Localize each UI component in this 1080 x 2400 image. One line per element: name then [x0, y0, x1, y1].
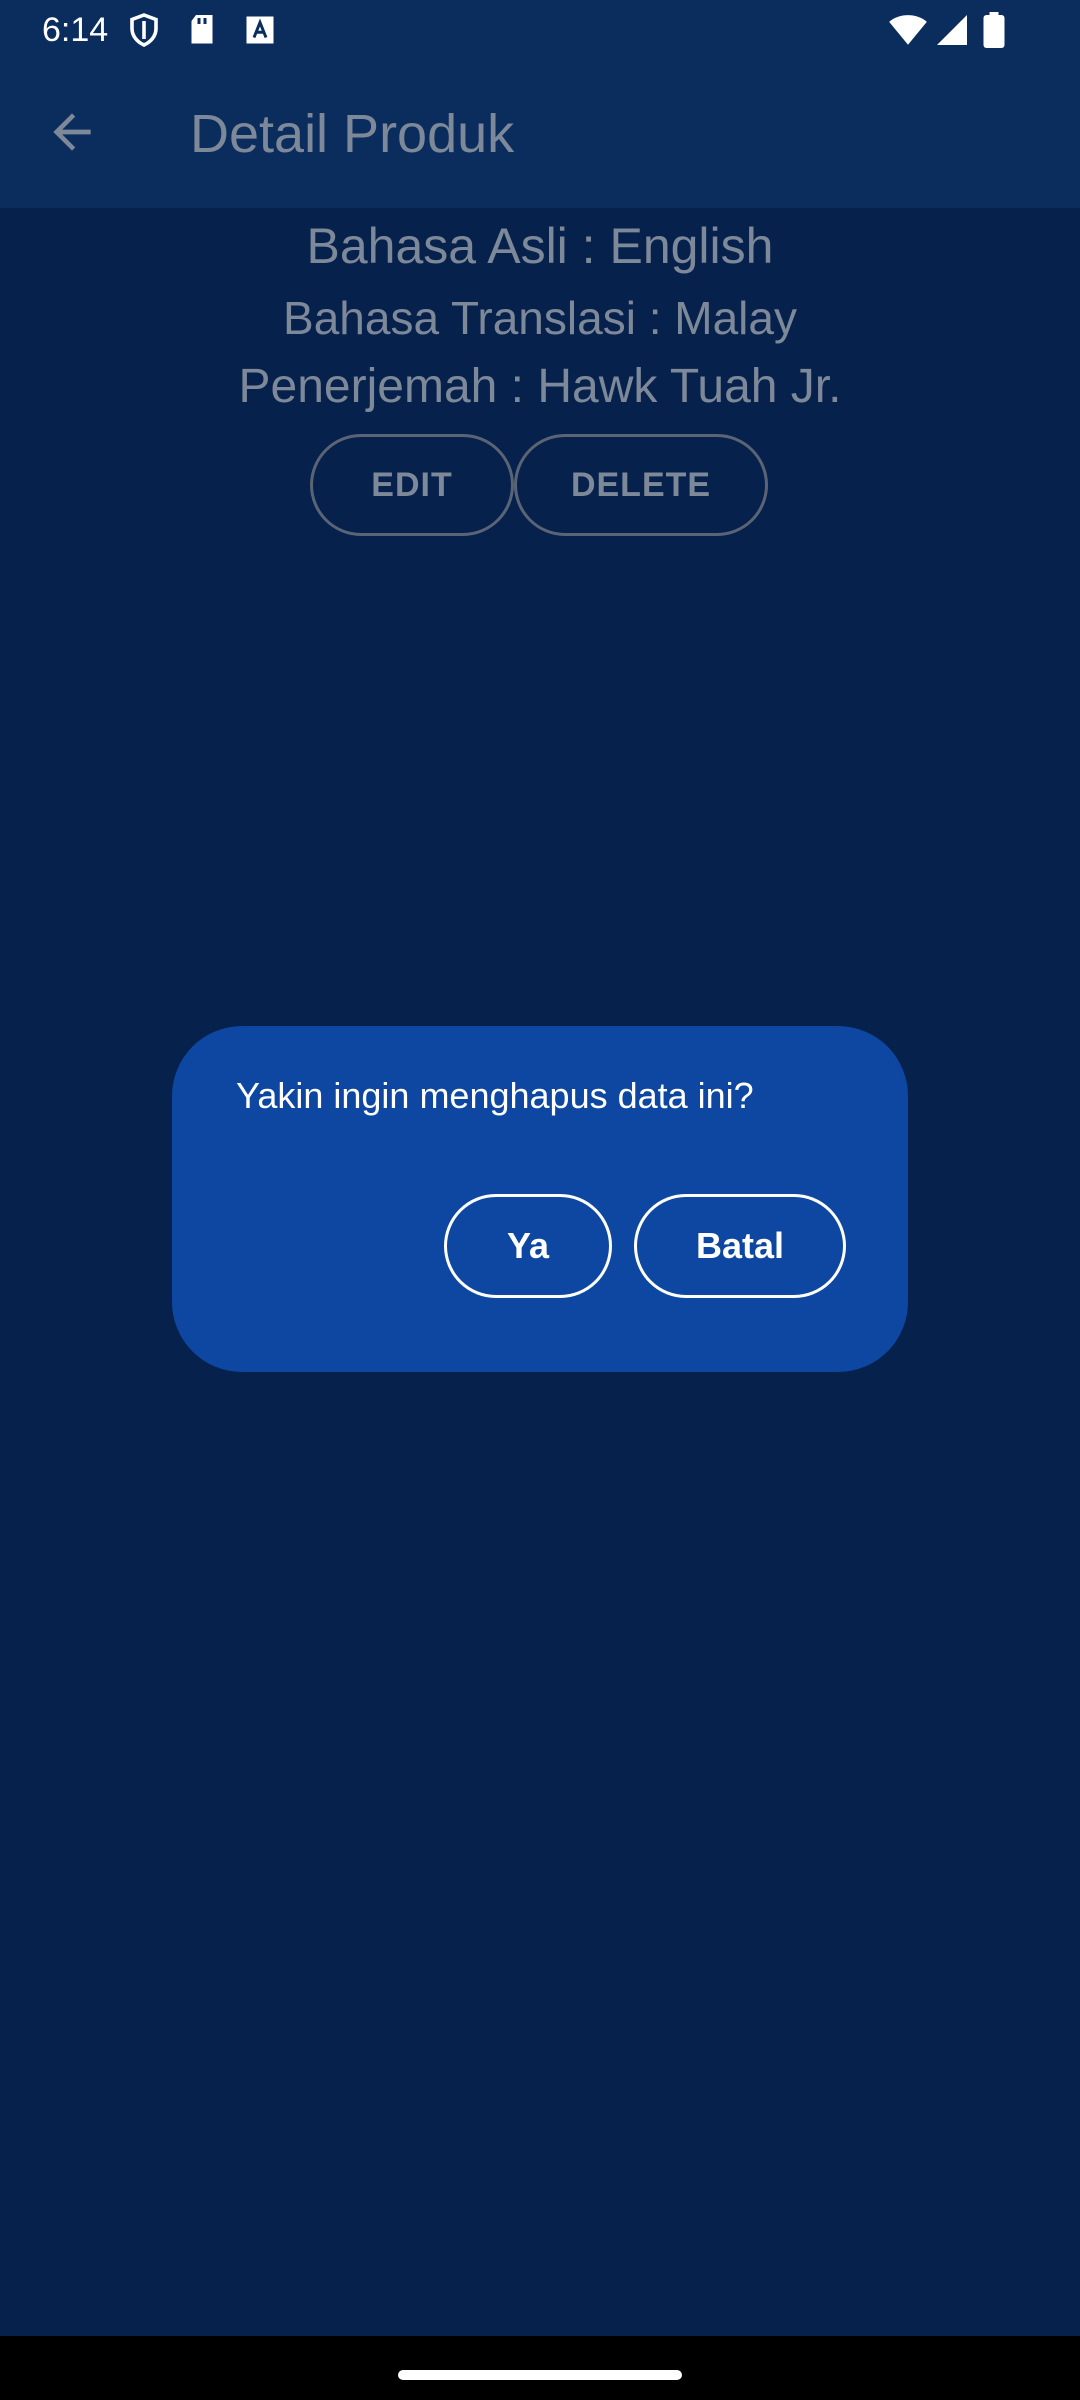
app-bar — [0, 62, 1080, 208]
translation-language-text: Bahasa Translasi : Malay — [283, 292, 797, 344]
sd-card-icon — [184, 12, 220, 48]
navigation-bar — [0, 2336, 1080, 2400]
status-bar: 6:14 — [0, 0, 1080, 62]
home-gesture-handle[interactable] — [398, 2370, 682, 2380]
edit-button[interactable]: EDIT — [310, 434, 514, 536]
dialog-message: Yakin ingin menghapus data ini? — [236, 1075, 754, 1116]
wifi-icon — [888, 12, 928, 48]
status-time: 6:14 — [42, 11, 109, 49]
screen: 6:14 Detail Produk Bahasa Asli : English… — [0, 0, 1080, 2400]
shield-icon — [126, 12, 162, 48]
original-language-text: Bahasa Asli : English — [306, 218, 774, 274]
signal-icon — [934, 12, 970, 48]
font-a-icon — [242, 12, 278, 48]
cancel-button[interactable]: Batal — [634, 1194, 846, 1298]
translator-text: Penerjemah : Hawk Tuah Jr. — [238, 360, 842, 413]
confirm-button[interactable]: Ya — [444, 1194, 612, 1298]
confirm-delete-dialog: Yakin ingin menghapus data ini? Ya Batal — [172, 1026, 908, 1372]
battery-icon — [982, 12, 1006, 48]
arrow-back-icon[interactable] — [44, 104, 100, 160]
page-title: Detail Produk — [190, 104, 515, 164]
delete-button[interactable]: DELETE — [514, 434, 768, 536]
